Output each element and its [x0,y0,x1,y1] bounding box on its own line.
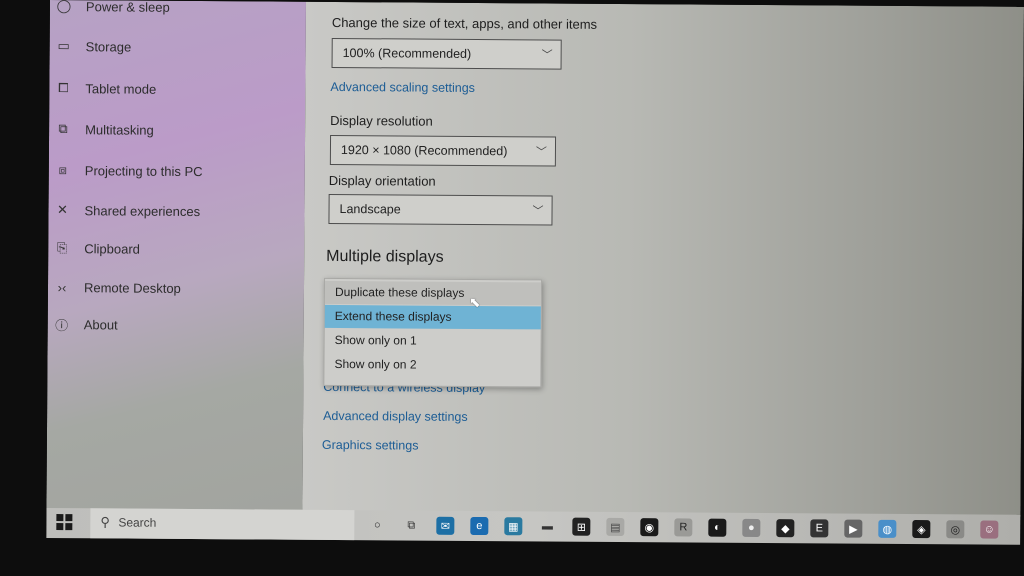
advanced-display-settings-link[interactable]: Advanced display settings [323,409,468,424]
sidebar-item-label: About [83,316,118,332]
orientation-dropdown[interactable]: Landscape ﹀ [328,193,553,226]
sidebar-item-about[interactable]: ⓘ About [48,310,304,340]
storage-icon: ▭ [57,38,70,54]
orientation-label: Display orientation [328,172,436,189]
task-view-icon[interactable]: ⧉ [402,516,420,534]
multitasking-icon: ⧉ [58,121,68,137]
steam-icon[interactable]: ◐ [708,518,727,537]
info-icon: ⓘ [55,317,69,333]
camera-icon[interactable]: ◎ [946,520,965,539]
sidebar-item-label: Power & sleep [85,0,170,15]
settings-sidebar: ◯ Power & sleep ▭ Storage ⧠ Tablet mode … [46,0,306,512]
sidebar-item-label: Clipboard [84,240,140,257]
chevron-down-icon: ﹀ [541,49,553,62]
scale-dropdown[interactable]: 100% (Recommended) ﹀ [331,37,562,70]
sidebar-item-multitasking[interactable]: ⧉ Multitasking [49,115,305,145]
rockstar-launcher-icon[interactable]: R [674,518,693,537]
tablet-mode-icon: ⧠ [58,80,69,96]
video-app-icon[interactable]: ▶ [844,519,863,538]
multiple-displays-dropdown-list[interactable]: Duplicate these displays Extend these di… [323,277,543,388]
option-extend-displays[interactable]: Extend these displays [324,304,541,330]
clipboard-icon: ⎘ [57,240,68,256]
advanced-scaling-link[interactable]: Advanced scaling settings [330,80,475,95]
store-icon[interactable]: ⊞ [572,517,591,536]
edge-icon[interactable]: e [470,516,489,536]
windows-logo-icon [56,514,64,522]
remote-desktop-icon: ›‹ [57,279,67,295]
file-explorer-icon[interactable]: ▬ [538,517,556,535]
orientation-value: Landscape [339,202,401,217]
sidebar-item-remote-desktop[interactable]: ›‹ Remote Desktop [48,273,304,303]
display-settings-content: Change the size of text, apps, and other… [302,1,1024,517]
search-placeholder: Search [118,515,157,530]
sidebar-item-label: Shared experiences [84,202,201,219]
sidebar-item-clipboard[interactable]: ⎘ Clipboard [48,234,304,264]
graphics-settings-link[interactable]: Graphics settings [322,438,419,453]
resolution-label: Display resolution [330,112,433,129]
mouse-pointer-icon: ⬉ [468,293,481,311]
option-show-only-2[interactable]: Show only on 2 [324,353,540,378]
resolution-value: 1920 × 1080 (Recommended) [340,143,508,159]
desktop-screen: ◯ Power & sleep ▭ Storage ⧠ Tablet mode … [46,0,1024,547]
scale-value: 100% (Recommended) [342,46,472,61]
sidebar-item-storage[interactable]: ▭ Storage [50,32,306,62]
sidebar-item-label: Projecting to this PC [84,162,203,179]
sidebar-item-shared-experiences[interactable]: ✕ Shared experiences [48,196,304,226]
chrome-icon[interactable]: ◍ [878,519,897,538]
start-button[interactable] [56,514,74,532]
calendar-app-icon[interactable]: ▦ [504,517,523,536]
sidebar-item-label: Tablet mode [85,80,157,97]
scale-label: Change the size of text, apps, and other… [331,14,598,32]
origin-icon[interactable]: ● [742,518,761,537]
chevron-down-icon: ﹀ [535,146,547,159]
multiple-displays-heading: Multiple displays [326,247,444,266]
resolution-dropdown[interactable]: 1920 × 1080 (Recommended) ﹀ [329,134,557,167]
projecting-icon: ⧈ [58,162,68,178]
game-app-icon[interactable]: ◆ [776,519,795,538]
cortana-icon[interactable]: ○ [368,516,386,534]
mail-icon[interactable]: ✉ [436,516,455,535]
shared-experiences-icon: ✕ [57,202,69,218]
sidebar-item-label: Remote Desktop [83,279,181,296]
gamepad-icon[interactable]: ◈ [912,520,931,539]
media-player-icon[interactable]: ◉ [640,518,659,537]
option-show-only-1[interactable]: Show only on 1 [325,329,541,354]
sidebar-item-tablet-mode[interactable]: ⧠ Tablet mode [49,74,305,104]
sidebar-item-label: Multitasking [85,121,154,138]
sidebar-item-label: Storage [85,38,132,55]
search-icon: ⚲ [100,514,110,530]
user-app-icon[interactable]: ☺ [980,520,999,539]
sidebar-item-power-sleep[interactable]: ◯ Power & sleep [50,0,306,22]
epic-games-icon[interactable]: E [810,519,829,538]
taskbar-search-box[interactable]: ⚲ Search [90,508,355,541]
taskbar: ⚲ Search ○ ⧉ ✉ e ▦ ▬ ⊞ ▤ ◉ R ◐ ● ◆ E ▶ ◍ ◈ ◎ ☺ [46,507,1021,545]
chevron-down-icon: ﹀ [532,205,544,218]
option-duplicate-displays[interactable]: Duplicate these displays [324,280,542,306]
sidebar-item-projecting[interactable]: ⧈ Projecting to this PC [49,156,305,186]
power-icon: ◯ [56,0,72,14]
notes-app-icon[interactable]: ▤ [606,517,625,537]
